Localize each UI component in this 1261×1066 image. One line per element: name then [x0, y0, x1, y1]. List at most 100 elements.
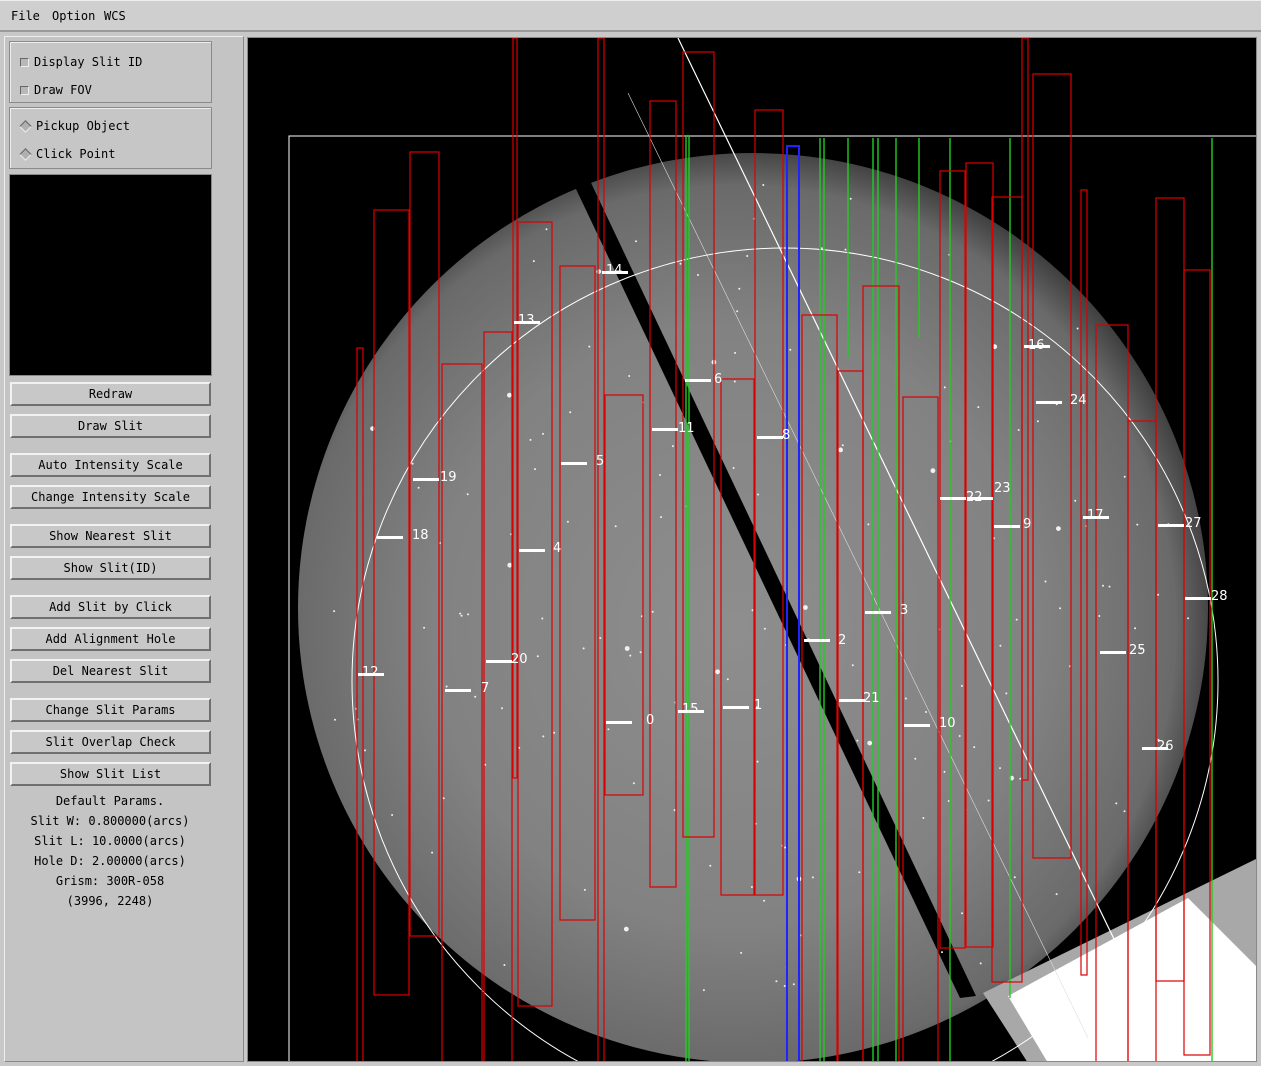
slit-marker[interactable] [519, 549, 545, 552]
star [977, 406, 980, 409]
star [1005, 692, 1008, 695]
slit-marker[interactable] [1185, 597, 1211, 600]
slit-marker[interactable] [1036, 401, 1062, 404]
pickup-object-radio[interactable]: Pickup Object [19, 118, 130, 134]
slit-id-label: 24 [1070, 393, 1087, 408]
slit-id-label: 1 [754, 698, 762, 713]
slit-marker[interactable] [685, 379, 711, 382]
radio-diamond-icon[interactable] [19, 120, 32, 133]
add-slit-by-click-button[interactable]: Add Slit by Click [10, 595, 211, 619]
slit-marker[interactable] [865, 611, 891, 614]
slit-marker[interactable] [1100, 651, 1126, 654]
radio-diamond-icon[interactable] [19, 148, 32, 161]
auto-intensity-button[interactable]: Auto Intensity Scale [10, 453, 211, 477]
slit-marker[interactable] [606, 721, 632, 724]
star [738, 287, 741, 290]
checkbox-icon[interactable] [20, 58, 29, 67]
star [930, 468, 936, 474]
star [1098, 615, 1101, 617]
slit-overlap-check-button[interactable]: Slit Overlap Check [10, 730, 211, 754]
star [746, 255, 749, 257]
click-mode-group: Pickup Object Click Point [9, 107, 212, 169]
star [856, 739, 859, 742]
star [775, 980, 778, 983]
star [750, 886, 753, 888]
slit-id-label: 13 [518, 313, 535, 328]
star [582, 647, 585, 650]
star [1187, 617, 1190, 620]
click-point-radio[interactable]: Click Point [19, 146, 115, 162]
star [960, 684, 963, 687]
slit-id-label: 7 [481, 681, 489, 696]
star [867, 523, 870, 526]
slit-id-label: 5 [596, 454, 604, 469]
menu-option[interactable]: Option [52, 8, 95, 24]
image-canvas[interactable]: 0123456789101112131415161718192021222324… [247, 37, 1257, 1062]
star [545, 228, 548, 231]
del-nearest-slit-button[interactable]: Del Nearest Slit [10, 659, 211, 683]
slit-marker[interactable] [757, 436, 783, 439]
star [541, 617, 544, 620]
star [973, 746, 976, 749]
draw-slit-button[interactable]: Draw Slit [10, 414, 211, 438]
slit-id-label: 11 [678, 421, 695, 436]
star [1134, 627, 1137, 630]
show-slit-list-button[interactable]: Show Slit List [10, 762, 211, 786]
star [757, 493, 760, 496]
params-heading: Default Params. [55, 794, 165, 808]
slit-marker[interactable] [561, 462, 587, 465]
slit-marker[interactable] [652, 428, 678, 431]
star [763, 899, 766, 902]
star [635, 240, 637, 243]
slit-marker[interactable] [486, 660, 512, 663]
slit-id-label: 8 [782, 428, 790, 443]
param-hole-diameter: Hole D: 2.00000(arcs) [34, 854, 186, 868]
zoom-preview[interactable] [9, 174, 212, 376]
star [660, 516, 662, 519]
checkbox-icon[interactable] [20, 86, 29, 95]
star [858, 871, 861, 874]
slit-marker[interactable] [904, 724, 930, 727]
add-alignment-hole-button[interactable]: Add Alignment Hole [10, 627, 211, 651]
change-intensity-button[interactable]: Change Intensity Scale [10, 485, 211, 509]
slit-marker[interactable] [839, 699, 865, 702]
show-nearest-slit-button[interactable]: Show Nearest Slit [10, 524, 211, 548]
star [459, 612, 462, 615]
star [943, 386, 946, 389]
slit-marker[interactable] [413, 478, 439, 481]
show-slit-id-button[interactable]: Show Slit(ID) [10, 556, 211, 580]
slit-id-label: 14 [606, 263, 623, 278]
star [1044, 580, 1047, 583]
display-slit-id-toggle[interactable]: Display Slit ID [20, 54, 142, 70]
slit-marker[interactable] [940, 497, 966, 500]
star [709, 864, 712, 867]
slit-marker[interactable] [994, 525, 1020, 528]
star [941, 951, 943, 954]
star [820, 247, 823, 250]
menu-wcs[interactable]: WCS [104, 8, 126, 24]
star [762, 184, 765, 186]
star [632, 782, 635, 785]
star [1056, 526, 1061, 531]
slit-marker[interactable] [804, 639, 830, 642]
star [599, 637, 602, 639]
star [1157, 593, 1160, 596]
slit-marker[interactable] [445, 689, 471, 692]
slit-marker[interactable] [723, 706, 749, 709]
slit-marker[interactable] [1158, 524, 1184, 527]
star [1115, 802, 1118, 805]
menu-file[interactable]: File [11, 8, 40, 24]
redraw-button[interactable]: Redraw [10, 382, 211, 406]
star [1123, 475, 1126, 478]
star [904, 697, 907, 700]
star [607, 728, 610, 731]
draw-fov-toggle[interactable]: Draw FOV [20, 82, 92, 98]
slit-marker[interactable] [967, 497, 993, 500]
star [629, 654, 632, 657]
star [334, 718, 336, 721]
param-slit-length: Slit L: 10.0000(arcs) [34, 834, 186, 848]
param-slit-width: Slit W: 0.800000(arcs) [30, 814, 190, 828]
slit-marker[interactable] [377, 536, 403, 539]
star [1074, 499, 1077, 502]
change-slit-params-button[interactable]: Change Slit Params [10, 698, 211, 722]
